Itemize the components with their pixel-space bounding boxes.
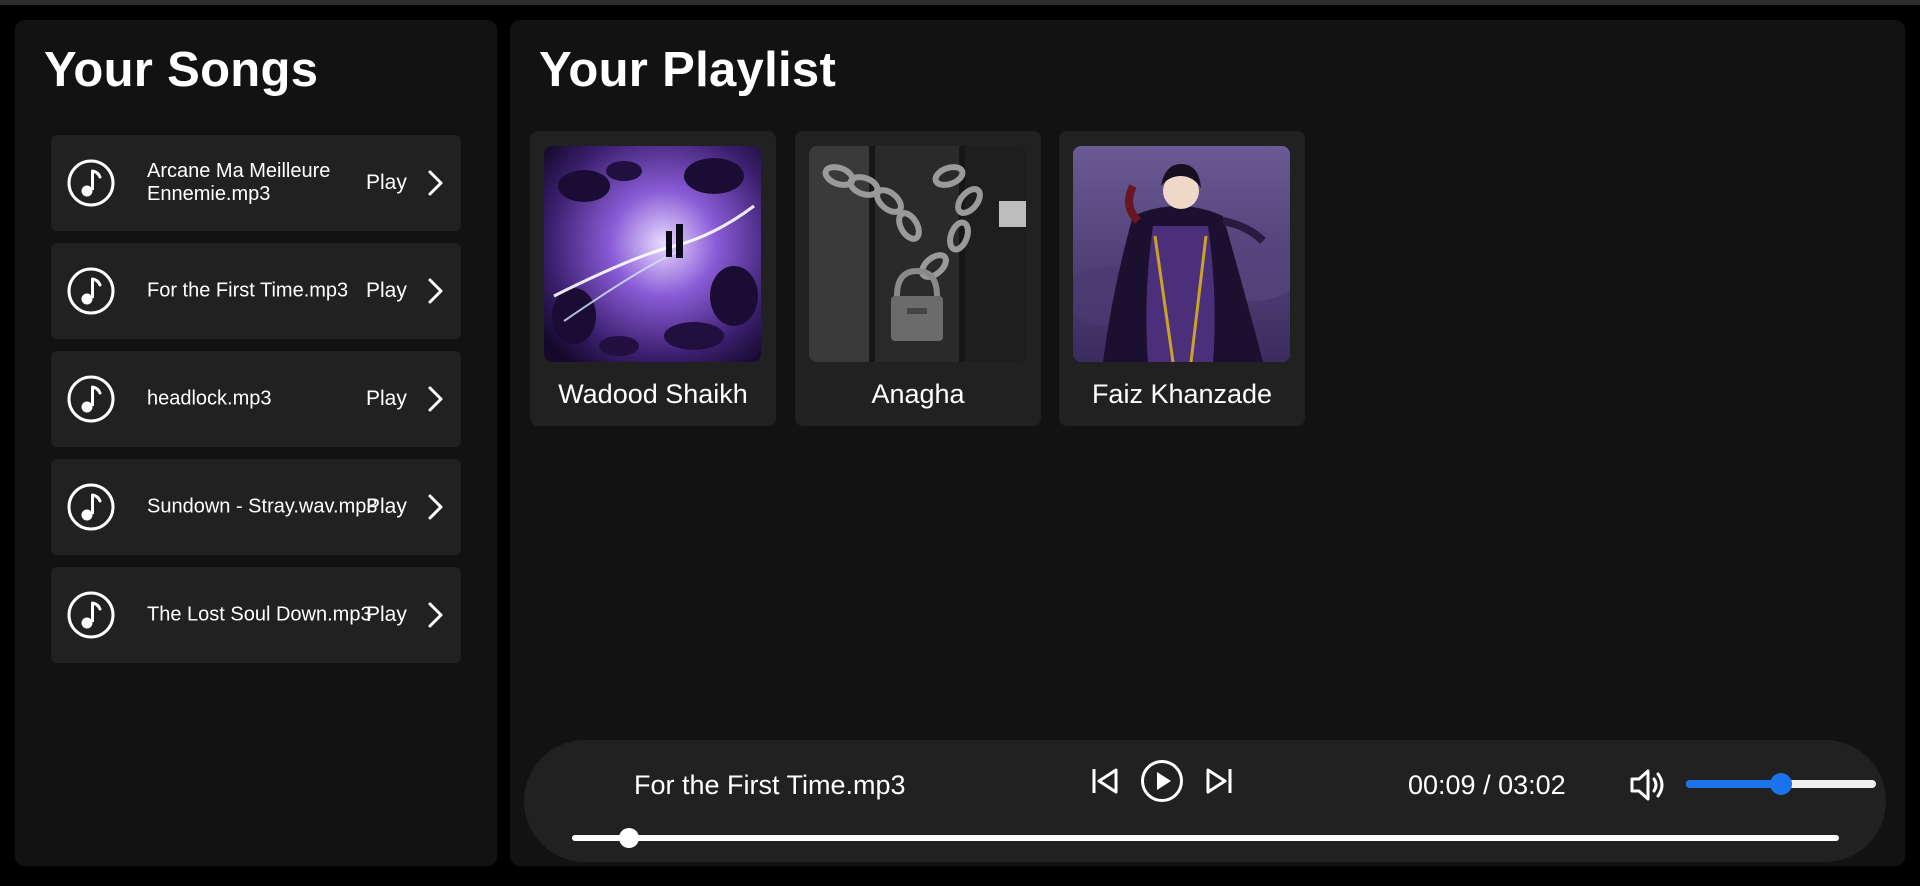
play-label[interactable]: Play [366,603,407,627]
playlist-card[interactable]: Anagha [795,131,1041,426]
song-name: Arcane Ma Meilleure Ennemie.mp3 [147,160,331,205]
card-name: Faiz Khanzade [1091,379,1273,409]
music-note-icon [67,483,115,531]
card-name: Wadood Shaikh [558,379,748,409]
seek-bar[interactable] [572,828,1839,848]
playlist-title: Your Playlist [539,43,837,97]
song-item[interactable]: Sundown - Stray.wav.mp3 Play [51,459,461,555]
volume-icon[interactable] [1628,765,1668,805]
play-circle-icon[interactable] [1140,759,1184,803]
card-name: Anagha [871,379,965,409]
chevron-right-icon[interactable] [425,601,447,629]
song-item[interactable]: Arcane Ma Meilleure Ennemie.mp3 Play [51,135,461,231]
song-name: The Lost Soul Down.mp3 [147,603,372,626]
music-note-icon [67,591,115,639]
songs-title: Your Songs [44,43,319,97]
song-name: Sundown - Stray.wav.mp3 [147,495,378,518]
purple-fractal-art [544,146,761,362]
playlist-card[interactable]: Wadood Shaikh [530,131,776,426]
song-name: headlock.mp3 [147,387,272,410]
song-name: For the First Time.mp3 [147,279,349,302]
window-top-bar [0,0,1920,5]
now-playing-title: For the First Time.mp3 [634,770,906,800]
time-readout: 00:09 / 03:02 [1408,770,1566,800]
skip-next-icon[interactable] [1204,766,1234,796]
player-bar: For the First Time.mp3 00:09 / 03:02 [524,740,1886,862]
song-item[interactable]: headlock.mp3 Play [51,351,461,447]
chevron-right-icon[interactable] [425,493,447,521]
play-label[interactable]: Play [366,171,407,195]
volume-thumb[interactable] [1770,773,1792,795]
music-note-icon [67,375,115,423]
volume-slider[interactable] [1686,773,1876,795]
play-label[interactable]: Play [366,495,407,519]
play-label[interactable]: Play [366,387,407,411]
chevron-right-icon[interactable] [425,385,447,413]
song-list: Arcane Ma Meilleure Ennemie.mp3 Play For… [51,135,461,675]
play-label[interactable]: Play [366,279,407,303]
music-note-icon [67,159,115,207]
caped-character-art [1073,146,1290,362]
chained-lock-art [809,146,1026,362]
chevron-right-icon[interactable] [425,169,447,197]
songs-panel: Your Songs Arcane Ma Meilleure Ennemie.m… [15,20,497,866]
song-item[interactable]: The Lost Soul Down.mp3 Play [51,567,461,663]
volume-fill [1686,780,1781,788]
chevron-right-icon[interactable] [425,277,447,305]
seek-track [572,835,1839,841]
seek-thumb[interactable] [619,828,639,848]
music-note-icon [67,267,115,315]
playlist-card[interactable]: Faiz Khanzade [1059,131,1305,426]
song-item[interactable]: For the First Time.mp3 Play [51,243,461,339]
skip-previous-icon[interactable] [1090,766,1120,796]
